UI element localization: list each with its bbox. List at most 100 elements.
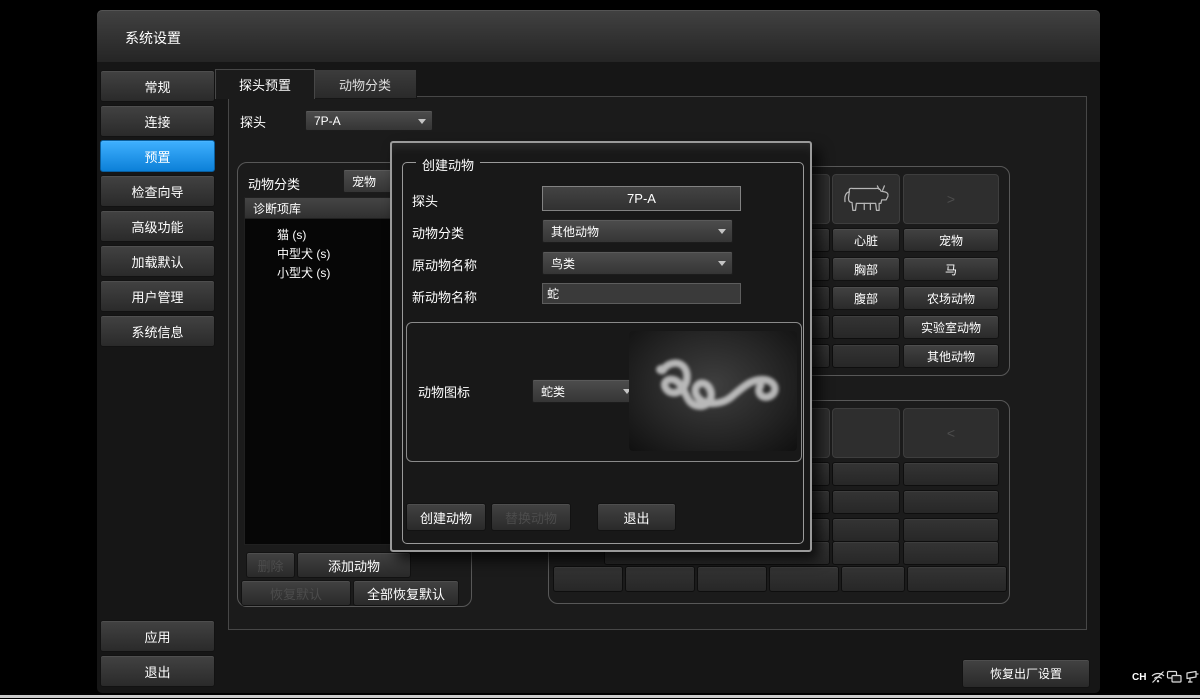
preset-slot-button[interactable] bbox=[832, 315, 900, 339]
create-label: 创建动物 bbox=[420, 508, 472, 527]
anatomy-heart-button[interactable]: 心脏 bbox=[832, 228, 900, 252]
prev-arrow-icon: < bbox=[947, 425, 955, 441]
preset-slot-button[interactable] bbox=[553, 566, 623, 592]
exit-label: 退出 bbox=[144, 662, 170, 681]
channel-indicator: CH bbox=[1132, 672, 1146, 683]
prev-page-button[interactable]: < bbox=[903, 408, 999, 458]
category-label: 农场动物 bbox=[927, 290, 975, 307]
next-arrow-icon: > bbox=[947, 191, 955, 207]
category-label: 马 bbox=[945, 261, 957, 278]
dialog-probe-label: 探头 bbox=[412, 191, 438, 210]
anatomy-chest-button[interactable]: 胸部 bbox=[832, 257, 900, 281]
snake-icon bbox=[633, 335, 793, 447]
dialog-source-select[interactable]: 鸟类 bbox=[542, 251, 733, 275]
sidebar-item-label: 检查向导 bbox=[131, 182, 183, 201]
sidebar-item-general[interactable]: 常规 bbox=[100, 70, 215, 102]
restore-all-label: 全部恢复默认 bbox=[367, 584, 445, 603]
library-header-label: 诊断项库 bbox=[253, 200, 301, 217]
dialog-exit-label: 退出 bbox=[623, 508, 649, 527]
sidebar-item-preset[interactable]: 预置 bbox=[100, 140, 215, 172]
probe-select[interactable]: 7P-A bbox=[305, 110, 433, 131]
dialog-probe-value-box: 7P-A bbox=[542, 186, 741, 211]
dialog-category-select[interactable]: 其他动物 bbox=[542, 219, 733, 243]
preset-slot-button[interactable] bbox=[841, 566, 905, 592]
dialog-source-value: 鸟类 bbox=[551, 255, 575, 272]
anatomy-abdomen-button[interactable]: 腹部 bbox=[832, 286, 900, 310]
category-horse-button[interactable]: 马 bbox=[903, 257, 999, 281]
preset-slot-button[interactable] bbox=[832, 462, 900, 486]
anatomy-label: 腹部 bbox=[854, 290, 878, 307]
preset-slot-button[interactable] bbox=[625, 566, 695, 592]
animal-image-slot bbox=[832, 408, 900, 458]
preset-slot-button[interactable] bbox=[832, 518, 900, 542]
sidebar-item-advanced[interactable]: 高级功能 bbox=[100, 210, 215, 242]
restore-all-default-button[interactable]: 全部恢复默认 bbox=[353, 580, 459, 606]
probe-device-icon bbox=[1184, 669, 1200, 685]
create-animal-button[interactable]: 创建动物 bbox=[406, 503, 486, 531]
tab-label: 动物分类 bbox=[339, 75, 391, 94]
chevron-down-icon bbox=[718, 261, 726, 266]
tab-probe-preset[interactable]: 探头预置 bbox=[215, 69, 315, 99]
factory-reset-label: 恢复出厂设置 bbox=[990, 665, 1062, 682]
delete-label: 删除 bbox=[257, 556, 283, 575]
chevron-down-icon bbox=[718, 229, 726, 234]
anatomy-label: 胸部 bbox=[854, 261, 878, 278]
replace-label: 替换动物 bbox=[505, 508, 557, 527]
bottom-divider bbox=[0, 695, 1200, 698]
dialog-title: 创建动物 bbox=[416, 155, 480, 174]
sidebar-item-label: 连接 bbox=[144, 112, 170, 131]
dialog-category-label: 动物分类 bbox=[412, 223, 464, 242]
animal-icon-preview bbox=[629, 331, 797, 451]
dialog-name-label: 新动物名称 bbox=[412, 287, 477, 306]
preset-slot-button[interactable] bbox=[903, 541, 999, 565]
preset-slot-button[interactable] bbox=[832, 344, 900, 368]
category-other-button[interactable]: 其他动物 bbox=[903, 344, 999, 368]
sidebar-item-label: 常规 bbox=[144, 77, 170, 96]
restore-label: 恢复默认 bbox=[270, 584, 322, 603]
restore-default-button[interactable]: 恢复默认 bbox=[241, 580, 351, 606]
preset-slot-button[interactable] bbox=[697, 566, 767, 592]
preset-slot-button[interactable] bbox=[903, 462, 999, 486]
sidebar-item-connect[interactable]: 连接 bbox=[100, 105, 215, 137]
add-label: 添加动物 bbox=[328, 556, 380, 575]
replace-animal-button[interactable]: 替换动物 bbox=[491, 503, 571, 531]
window-titlebar: 系统设置 bbox=[97, 10, 1100, 62]
category-lab-button[interactable]: 实验室动物 bbox=[903, 315, 999, 339]
dialog-exit-button[interactable]: 退出 bbox=[597, 503, 676, 531]
category-farm-button[interactable]: 农场动物 bbox=[903, 286, 999, 310]
exit-button[interactable]: 退出 bbox=[100, 655, 215, 687]
add-animal-button[interactable]: 添加动物 bbox=[297, 552, 411, 578]
preset-slot-button[interactable] bbox=[769, 566, 839, 592]
delete-animal-button[interactable]: 删除 bbox=[246, 552, 295, 578]
preset-slot-button[interactable] bbox=[907, 566, 1007, 592]
tab-animal-category[interactable]: 动物分类 bbox=[313, 69, 417, 99]
next-page-button[interactable]: > bbox=[903, 174, 999, 224]
preset-slot-button[interactable] bbox=[903, 490, 999, 514]
sidebar-item-label: 高级功能 bbox=[131, 217, 183, 236]
sidebar-item-load-default[interactable]: 加载默认 bbox=[100, 245, 215, 277]
dialog-source-label: 原动物名称 bbox=[412, 255, 477, 274]
sidebar-item-user-mgmt[interactable]: 用户管理 bbox=[100, 280, 215, 312]
dialog-category-value: 其他动物 bbox=[551, 223, 599, 240]
dual-display-icon bbox=[1166, 669, 1183, 685]
sidebar-item-system-info[interactable]: 系统信息 bbox=[100, 315, 215, 347]
preset-slot-button[interactable] bbox=[832, 541, 900, 565]
dialog-icon-label: 动物图标 bbox=[418, 382, 470, 401]
page-title: 系统设置 bbox=[125, 28, 181, 48]
animal-category-value: 宠物 bbox=[352, 173, 376, 190]
probe-label: 探头 bbox=[240, 112, 266, 131]
preset-slot-button[interactable] bbox=[903, 518, 999, 542]
preset-slot-button[interactable] bbox=[832, 490, 900, 514]
sidebar-item-label: 预置 bbox=[144, 147, 170, 166]
probe-select-value: 7P-A bbox=[314, 114, 341, 128]
category-label: 其他动物 bbox=[927, 348, 975, 365]
apply-button[interactable]: 应用 bbox=[100, 620, 215, 652]
animal-icon-select[interactable]: 蛇类 bbox=[532, 379, 638, 403]
category-pet-button[interactable]: 宠物 bbox=[903, 228, 999, 252]
create-animal-dialog: 创建动物 探头 7P-A 动物分类 其他动物 原动物名称 鸟类 新动物名称 动物… bbox=[390, 141, 812, 552]
factory-reset-button[interactable]: 恢复出厂设置 bbox=[962, 659, 1090, 688]
anatomy-label: 心脏 bbox=[854, 232, 878, 249]
sidebar-item-label: 加载默认 bbox=[131, 252, 183, 271]
sidebar-item-exam-wizard[interactable]: 检查向导 bbox=[100, 175, 215, 207]
new-animal-name-input[interactable] bbox=[542, 283, 741, 304]
